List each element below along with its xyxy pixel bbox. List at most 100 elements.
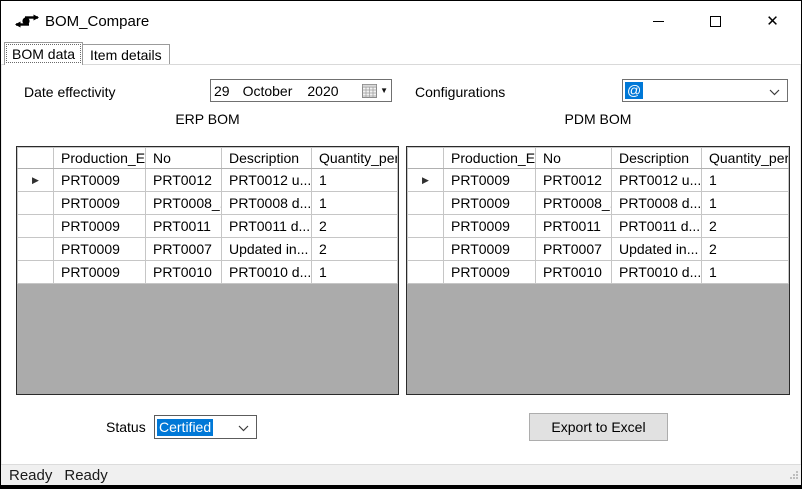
resize-grip[interactable] bbox=[790, 466, 799, 483]
grid-cell[interactable]: PRT0009 bbox=[444, 215, 536, 238]
grid-cell[interactable]: PRT0008_... bbox=[536, 192, 612, 215]
grid-cell[interactable]: PRT0009 bbox=[54, 238, 146, 261]
erp-bom-title: ERP BOM bbox=[16, 111, 399, 127]
status-selected-value: Certified bbox=[157, 419, 213, 436]
grid-cell[interactable]: PRT0012 u... bbox=[612, 169, 702, 192]
grid-cell[interactable]: PRT0009 bbox=[54, 215, 146, 238]
minimize-button[interactable] bbox=[630, 1, 687, 41]
table-row: PRT0009PRT0010PRT0010 d...1 bbox=[408, 261, 789, 284]
date-effectivity-label: Date effectivity bbox=[24, 84, 116, 100]
grid-cell[interactable]: PRT0008_... bbox=[146, 192, 222, 215]
row-header-cell[interactable] bbox=[408, 215, 444, 238]
app-icon bbox=[15, 12, 39, 30]
grid-cell[interactable]: PRT0010 d... bbox=[222, 261, 312, 284]
grid-cell[interactable]: 1 bbox=[312, 169, 398, 192]
column-header-production-e[interactable]: Production_E bbox=[54, 148, 146, 169]
grid-corner-cell[interactable] bbox=[18, 148, 54, 169]
table-row: ▶PRT0009PRT0012PRT0012 u...1 bbox=[18, 169, 398, 192]
grid-cell[interactable]: PRT0009 bbox=[54, 261, 146, 284]
column-header-description[interactable]: Description bbox=[612, 148, 702, 169]
grid-cell[interactable]: 1 bbox=[702, 192, 789, 215]
grid-cell[interactable]: PRT0012 bbox=[536, 169, 612, 192]
row-header-cell[interactable] bbox=[18, 238, 54, 261]
grid-cell[interactable]: PRT0009 bbox=[444, 238, 536, 261]
table-row: PRT0009PRT0008_...PRT0008 d...1 bbox=[408, 192, 789, 215]
grid-cell[interactable]: PRT0007 bbox=[146, 238, 222, 261]
grid-cell[interactable]: PRT0011 bbox=[536, 215, 612, 238]
grid-cell[interactable]: PRT0010 d... bbox=[612, 261, 702, 284]
grid-cell[interactable]: PRT0009 bbox=[54, 169, 146, 192]
data-grid-table: Production_ENoDescriptionQuantity_per▶PR… bbox=[407, 147, 789, 284]
grid-cell[interactable]: PRT0007 bbox=[536, 238, 612, 261]
window-title: BOM_Compare bbox=[45, 13, 149, 30]
row-header-cell[interactable] bbox=[18, 261, 54, 284]
export-to-excel-button[interactable]: Export to Excel bbox=[529, 413, 668, 441]
row-header-cell[interactable] bbox=[408, 261, 444, 284]
row-header-cell[interactable] bbox=[18, 192, 54, 215]
table-row: ▶PRT0009PRT0012PRT0012 u...1 bbox=[408, 169, 789, 192]
maximize-button[interactable] bbox=[687, 1, 744, 41]
grid-cell[interactable]: 1 bbox=[702, 169, 789, 192]
close-button[interactable]: ✕ bbox=[744, 1, 801, 41]
grid-cell[interactable]: 1 bbox=[312, 192, 398, 215]
configurations-selected-value: @ bbox=[625, 82, 643, 99]
column-header-quantity-per[interactable]: Quantity_per bbox=[702, 148, 789, 169]
table-row: PRT0009PRT0011PRT0011 d...2 bbox=[18, 215, 398, 238]
calendar-dropdown-button[interactable]: ▼ bbox=[362, 80, 388, 101]
grid-cell[interactable]: PRT0008 d... bbox=[222, 192, 312, 215]
grid-cell[interactable]: PRT0011 d... bbox=[612, 215, 702, 238]
grid-cell[interactable]: 1 bbox=[312, 261, 398, 284]
current-row-marker[interactable]: ▶ bbox=[18, 169, 54, 192]
row-header-cell[interactable] bbox=[408, 238, 444, 261]
table-row: PRT0009PRT0007Updated in...2 bbox=[18, 238, 398, 261]
grid-cell[interactable]: PRT0011 d... bbox=[222, 215, 312, 238]
erp-bom-grid[interactable]: Production_ENoDescriptionQuantity_per▶PR… bbox=[16, 146, 399, 395]
data-grid-table: Production_ENoDescriptionQuantity_per▶PR… bbox=[17, 147, 398, 284]
grid-cell[interactable]: PRT0012 bbox=[146, 169, 222, 192]
configurations-label: Configurations bbox=[415, 84, 505, 100]
grid-cell[interactable]: PRT0012 u... bbox=[222, 169, 312, 192]
table-row: PRT0009PRT0007Updated in...2 bbox=[408, 238, 789, 261]
grid-cell[interactable]: 2 bbox=[702, 215, 789, 238]
column-header-quantity-per[interactable]: Quantity_per bbox=[312, 148, 398, 169]
column-header-no[interactable]: No bbox=[146, 148, 222, 169]
column-header-no[interactable]: No bbox=[536, 148, 612, 169]
row-header-cell[interactable] bbox=[18, 215, 54, 238]
bom-data-tab-page: Date effectivity 29 October 2020 ▼ Confi… bbox=[1, 64, 801, 464]
grid-cell[interactable]: Updated in... bbox=[222, 238, 312, 261]
window: BOM_Compare ✕ BOM data Item details Date… bbox=[0, 0, 802, 489]
grid-cell[interactable]: PRT0009 bbox=[444, 169, 536, 192]
chevron-down-icon bbox=[769, 83, 780, 99]
grid-cell[interactable]: PRT0009 bbox=[54, 192, 146, 215]
configurations-combobox[interactable]: @ bbox=[622, 79, 788, 102]
row-header-cell[interactable] bbox=[408, 192, 444, 215]
window-controls: ✕ bbox=[630, 1, 801, 41]
grid-cell[interactable]: Updated in... bbox=[612, 238, 702, 261]
current-row-marker[interactable]: ▶ bbox=[408, 169, 444, 192]
column-header-production-e[interactable]: Production_E bbox=[444, 148, 536, 169]
grid-cell[interactable]: 2 bbox=[702, 238, 789, 261]
pdm-bom-grid[interactable]: Production_ENoDescriptionQuantity_per▶PR… bbox=[406, 146, 790, 395]
date-year[interactable]: 2020 bbox=[307, 83, 338, 99]
tab-item-details[interactable]: Item details bbox=[83, 44, 170, 64]
grid-cell[interactable]: PRT0010 bbox=[146, 261, 222, 284]
column-header-description[interactable]: Description bbox=[222, 148, 312, 169]
grid-cell[interactable]: PRT0009 bbox=[444, 261, 536, 284]
status-combobox[interactable]: Certified bbox=[154, 415, 257, 439]
chevron-down-icon bbox=[238, 419, 249, 435]
tab-bom-data[interactable]: BOM data bbox=[4, 42, 83, 65]
grid-corner-cell[interactable] bbox=[408, 148, 444, 169]
grid-header-row: Production_ENoDescriptionQuantity_per bbox=[408, 148, 789, 169]
date-month[interactable]: October bbox=[243, 83, 293, 99]
grid-cell[interactable]: 2 bbox=[312, 215, 398, 238]
grid-cell[interactable]: PRT0009 bbox=[444, 192, 536, 215]
date-day[interactable]: 29 bbox=[214, 83, 230, 99]
grid-cell[interactable]: PRT0008 d... bbox=[612, 192, 702, 215]
grid-cell[interactable]: 1 bbox=[702, 261, 789, 284]
date-effectivity-picker[interactable]: 29 October 2020 ▼ bbox=[210, 79, 392, 102]
grid-cell[interactable]: PRT0011 bbox=[146, 215, 222, 238]
status-text-1: Ready bbox=[9, 467, 52, 484]
grid-cell[interactable]: PRT0010 bbox=[536, 261, 612, 284]
grid-cell[interactable]: 2 bbox=[312, 238, 398, 261]
title-bar: BOM_Compare ✕ bbox=[1, 1, 801, 41]
